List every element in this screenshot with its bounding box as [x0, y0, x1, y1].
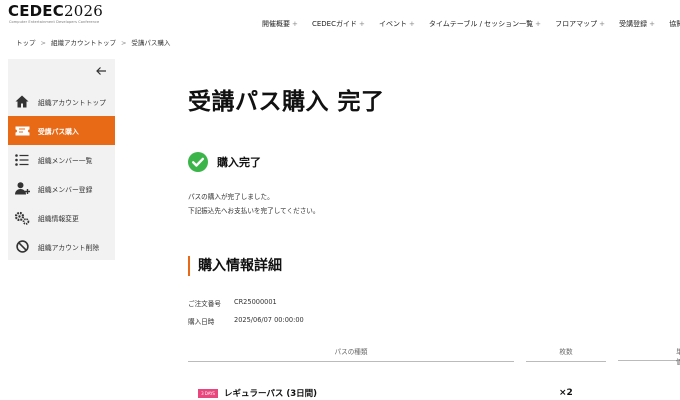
sidebar-item-member-register[interactable]: 組織メンバー登録 — [8, 174, 115, 203]
complete-message: パスの購入が完了しました。 — [188, 193, 274, 201]
sidebar-item-member-list[interactable]: 組織メンバー一覧 — [8, 145, 115, 174]
ticket-icon — [14, 123, 30, 139]
order-no-label: ご注文番号 — [188, 300, 221, 308]
sidebar-item-org-edit[interactable]: 組織情報変更 — [8, 203, 115, 232]
chevron-right-icon: > — [120, 39, 127, 47]
logo-year: 2026 — [63, 2, 103, 20]
site-header: CEDEC2026 Computer Entertainment Develop… — [0, 0, 680, 32]
logo-subtitle: Computer Entertainment Developers Confer… — [9, 20, 100, 24]
list-icon — [14, 152, 30, 168]
add-user-icon — [14, 181, 30, 197]
table-header-unit-price: 単価 — [618, 347, 680, 366]
nav-item-events[interactable]: イベント + — [379, 19, 415, 29]
logo-text: CEDEC — [8, 2, 64, 20]
days-badge: 3 DAYS — [198, 388, 218, 398]
order-no-value: CR25000001 — [234, 298, 277, 306]
breadcrumb-top[interactable]: トップ — [16, 39, 36, 47]
sidebar-item-label: 受講パス購入 — [38, 127, 79, 136]
plus-icon: + — [358, 20, 365, 28]
gears-icon — [14, 210, 30, 226]
nav-item-timetable[interactable]: タイムテーブル / セッション一覧 + — [429, 19, 541, 29]
order-date-value: 2025/06/07 00:00:00 — [234, 316, 304, 324]
table-header-quantity: 枚数 — [526, 347, 606, 362]
breadcrumb: トップ > 組織アカウントトップ > 受講パス購入 — [16, 37, 170, 47]
cedec-logo[interactable]: CEDEC2026 Computer Entertainment Develop… — [8, 2, 103, 28]
table-row: 3 DAYS レギュラーパス (3日間) — [198, 386, 317, 400]
table-header-pass-type: パスの種類 — [188, 347, 514, 362]
sidebar-item-buy-pass[interactable]: 受講パス購入 — [8, 116, 115, 145]
complete-label: 購入完了 — [217, 156, 261, 169]
sidebar-item-label: 組織情報変更 — [38, 214, 79, 223]
complete-status: 購入完了 — [188, 152, 261, 172]
nav-item-sponsors[interactable]: 協賛・スポ — [669, 19, 680, 29]
payment-instruction: 下記振込先へお支払いを完了してください。 — [188, 207, 320, 215]
top-nav: 開催概要 + CEDECガイド + イベント + タイムテーブル / セッション一覧 +… — [262, 11, 680, 28]
breadcrumb-current: 受講パス購入 — [131, 39, 171, 47]
order-date-label: 購入日時 — [188, 318, 215, 326]
sidebar-item-org-delete[interactable]: 組織アカウント削除 — [8, 232, 115, 261]
nav-item-overview[interactable]: 開催概要 + — [262, 19, 298, 29]
sidebar-item-label: 組織メンバー一覧 — [38, 156, 93, 165]
pass-name: レギュラーパス (3日間) — [224, 389, 318, 399]
plus-icon: + — [408, 20, 415, 28]
sidebar-item-label: 組織メンバー登録 — [38, 185, 93, 194]
check-circle-icon — [188, 152, 208, 172]
plus-icon: + — [599, 20, 606, 28]
breadcrumb-org-top[interactable]: 組織アカウントトップ — [51, 39, 116, 47]
sidebar: 組織アカウントトップ 受講パス購入 組織メンバー一覧 組織メンバー登録 組織情報… — [8, 59, 115, 260]
arrow-left-icon[interactable] — [95, 65, 107, 79]
plus-icon: + — [535, 20, 542, 28]
pass-quantity: ×2 — [559, 388, 573, 398]
page-title: 受講パス購入 完了 — [188, 89, 385, 115]
plus-icon: + — [649, 20, 655, 28]
home-icon — [14, 94, 30, 110]
nav-item-registration[interactable]: 受講登録 + — [619, 19, 655, 29]
prohibit-icon — [14, 239, 30, 255]
plus-icon: + — [292, 20, 298, 28]
chevron-right-icon: > — [40, 39, 46, 47]
sidebar-item-org-top[interactable]: 組織アカウントトップ — [8, 87, 115, 116]
nav-item-floormap[interactable]: フロアマップ + — [555, 19, 605, 29]
sidebar-item-label: 組織アカウント削除 — [38, 243, 100, 252]
nav-item-guide[interactable]: CEDECガイド + — [312, 19, 365, 29]
sidebar-item-label: 組織アカウントトップ — [38, 98, 106, 107]
section-title: 購入情報詳細 — [188, 256, 282, 276]
